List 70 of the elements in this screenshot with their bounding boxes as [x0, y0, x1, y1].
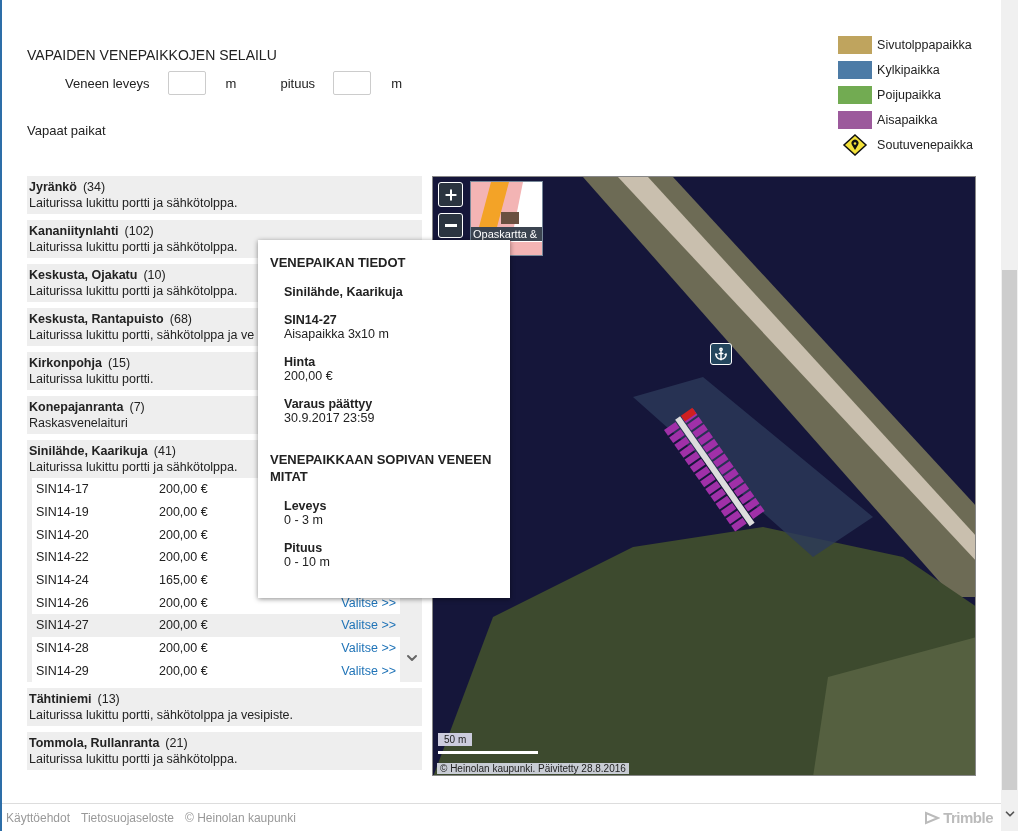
berth-id: SIN14-19: [36, 505, 90, 520]
harbour-name: Kirkonpohja: [29, 356, 102, 370]
page-title: VAPAIDEN VENEPAIKKOJEN SELAILU: [27, 47, 278, 63]
berth-id: SIN14-29: [36, 663, 90, 678]
berth-price: 165,00 €: [159, 573, 209, 588]
harbour-description: Laiturissa lukittu portti ja sähkötolppa.: [29, 284, 238, 298]
harbour-count: (68): [169, 312, 192, 326]
layer-label: Opaskartta &: [471, 227, 542, 241]
berth-price: 200,00 €: [159, 550, 209, 565]
copyright-text: © Heinolan kaupunki: [185, 810, 296, 825]
harbour-count: (15): [107, 356, 131, 370]
berth-id: SIN14-20: [36, 527, 90, 542]
berth-price: 200,00 €: [159, 505, 209, 520]
harbour-count: (41): [153, 444, 177, 458]
harbour-description: Laiturissa lukittu portti ja sähkötolppa.: [29, 460, 238, 474]
berth-id: SIN14-22: [36, 550, 90, 565]
berth-price: 200,00 €: [159, 618, 209, 633]
berth-id: SIN14-27: [36, 618, 90, 633]
unit-label: m: [391, 75, 402, 91]
berth-id: SIN14-27: [284, 313, 338, 327]
harbour-description: Laiturissa lukittu portti ja sähkötolppa.: [29, 196, 238, 210]
field-label: Varaus päättyy: [284, 397, 374, 411]
map-attribution: © Heinolan kaupunki. Päivitetty 28.8.2016: [437, 763, 629, 774]
field-value: 200,00 €: [284, 369, 334, 383]
filter-label: Veneen leveys: [65, 75, 150, 91]
harbour-count: (7): [129, 400, 145, 414]
harbour-description: Laiturissa lukittu portti ja sähkötolppa.: [29, 240, 238, 254]
harbour-name: Tommola, Rullanranta: [29, 736, 160, 751]
harbour-description: Laiturissa lukittu portti, sähkötolppa ja vesipiste.: [29, 708, 294, 723]
harbour-name: Tähtiniemi: [29, 692, 92, 707]
harbour-count: (10): [143, 268, 166, 282]
harbour-name: Konepajanranta: [29, 400, 124, 414]
berth-type: Aisapaikka 3x10 m: [284, 327, 390, 341]
harbour-description: Laiturissa lukittu portti ja sähkötolppa.: [29, 752, 238, 767]
harbour-description: Laiturissa lukittu portti.: [29, 372, 154, 386]
harbour-description: Raskasvenelaituri: [29, 416, 128, 430]
list-heading: Vapaat paikat: [27, 123, 107, 138]
harbour-count: (13): [97, 692, 120, 707]
field-label: Hinta: [284, 355, 317, 369]
berth-price: 200,00 €: [159, 595, 209, 610]
harbour-name: Keskusta, Ojakatu: [29, 268, 138, 282]
harbour-description: Laiturissa lukittu portti, sähkötolppa ja ve: [29, 328, 255, 342]
harbour-name: Jyränkö: [29, 180, 77, 194]
legend-label: Poijupaikka: [877, 88, 942, 102]
berth-price: 200,00 €: [159, 641, 209, 656]
unit-label: m: [225, 75, 237, 91]
harbour-name: Kananiitynlahti: [29, 224, 119, 238]
berth-price: 200,00 €: [159, 663, 209, 678]
legend-label: Sivutolppapaikka: [877, 38, 972, 52]
berth-id: SIN14-17: [36, 482, 90, 497]
harbour-name: Keskusta, Rantapuisto: [29, 312, 164, 326]
filter-label: pituus: [280, 75, 316, 91]
harbour-count: (21): [165, 736, 188, 751]
field-value: 30.9.2017 23:59: [284, 411, 376, 425]
legend-label: Soutuvenepaikka: [877, 138, 973, 152]
berth-price: 200,00 €: [159, 482, 209, 497]
berth-id: SIN14-28: [36, 641, 90, 656]
berth-id: SIN14-26: [36, 595, 90, 610]
berth-price: 200,00 €: [159, 527, 209, 542]
legend-label: Aisapaikka: [877, 113, 938, 127]
harbour-count: (34): [82, 180, 106, 194]
logo-text: Trimble: [943, 809, 993, 826]
legend-label: Kylkipaikka: [877, 63, 940, 77]
berth-id: SIN14-24: [36, 573, 90, 588]
field-label: Leveys: [284, 499, 328, 513]
field-value: 0 - 10 m: [284, 555, 331, 569]
harbour-name: Sinilähde, Kaarikuja: [29, 444, 148, 458]
harbour-name: Sinilähde, Kaarikuja: [284, 285, 404, 299]
scale-label: 50 m: [438, 733, 473, 746]
harbour-count: (102): [124, 224, 154, 238]
